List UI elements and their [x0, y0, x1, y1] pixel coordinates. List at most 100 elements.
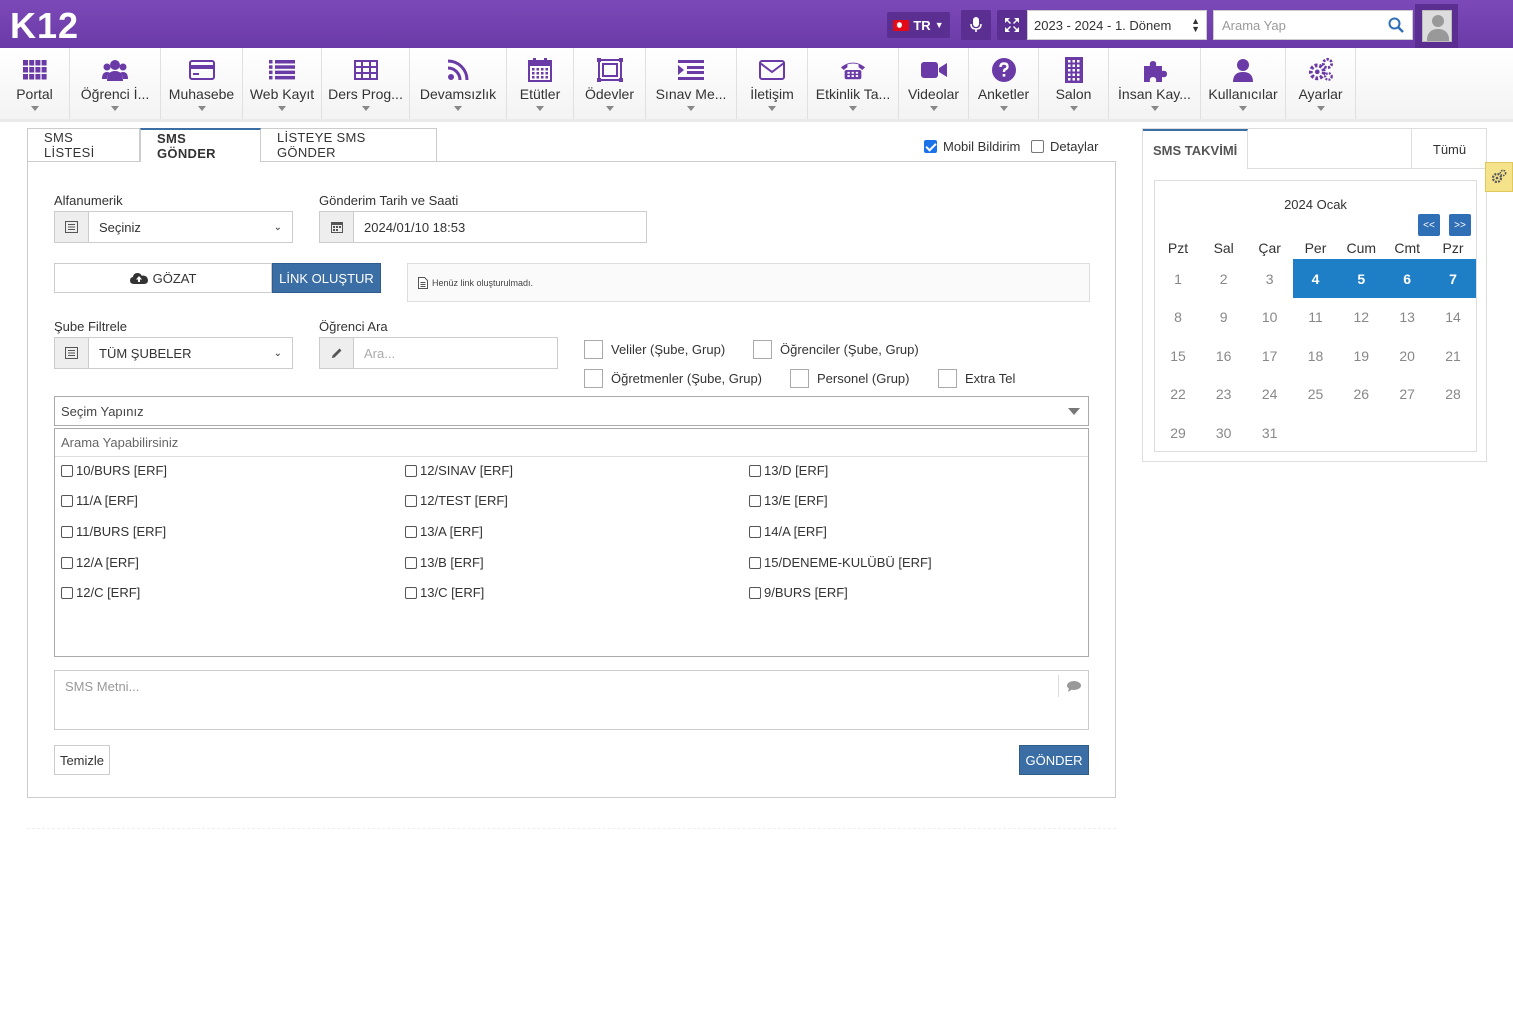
checkbox-icon[interactable]	[749, 464, 761, 477]
tarih-input[interactable]: 2024/01/10 18:53	[319, 211, 647, 243]
calendar-day[interactable]: 10	[1247, 298, 1293, 337]
ogrenci-ara-input[interactable]: Ara...	[319, 337, 558, 369]
tab-listeye-sms-gonder[interactable]: LİSTEYE SMS GÖNDER	[261, 128, 437, 161]
calendar-day[interactable]: 9	[1201, 298, 1247, 337]
menu-item-users[interactable]: Öğrenci İ...	[70, 48, 161, 120]
calendar-day[interactable]: 31	[1247, 413, 1293, 452]
tab-sms-gonder[interactable]: SMS GÖNDER	[140, 128, 261, 162]
group-option[interactable]: 12/TEST [ERF]	[405, 493, 508, 508]
calendar-day[interactable]: 25	[1293, 375, 1339, 414]
checkbox-icon[interactable]	[749, 556, 761, 569]
group-option[interactable]: 14/A [ERF]	[749, 524, 827, 539]
checkbox-icon[interactable]	[584, 340, 603, 359]
checkbox-icon[interactable]	[61, 586, 73, 599]
menu-item-table[interactable]: Ders Prog...	[322, 48, 410, 120]
calendar-day[interactable]: 2	[1201, 259, 1247, 298]
group-option[interactable]: 13/A [ERF]	[405, 524, 483, 539]
gozat-button[interactable]: GÖZAT	[54, 263, 272, 293]
sms-text-input[interactable]: SMS Metni...	[54, 670, 1089, 730]
menu-item-puzzle[interactable]: İnsan Kay...	[1109, 48, 1201, 120]
checkbox-icon[interactable]	[753, 340, 772, 359]
checkbox-icon[interactable]	[749, 586, 761, 599]
menu-item-phone[interactable]: Etkinlik Ta...	[808, 48, 899, 120]
menu-item-envelope[interactable]: İletişim	[737, 48, 808, 120]
group-option[interactable]: 13/D [ERF]	[749, 463, 828, 478]
group-option[interactable]: 9/BURS [ERF]	[749, 585, 848, 600]
calendar-day[interactable]: 16	[1201, 336, 1247, 375]
calendar-day[interactable]: 28	[1430, 375, 1476, 414]
calendar-day[interactable]: 12	[1338, 298, 1384, 337]
group-option[interactable]: 15/DENEME-KULÜBÜ [ERF]	[749, 555, 932, 570]
group-option[interactable]: 13/E [ERF]	[749, 493, 828, 508]
group-select[interactable]: Seçim Yapınız	[54, 396, 1089, 426]
tumu-button[interactable]: Tümü	[1411, 129, 1487, 169]
prev-month-button[interactable]: <<	[1418, 214, 1440, 236]
group-option[interactable]: 12/C [ERF]	[61, 585, 140, 600]
checkbox-icon[interactable]	[584, 369, 603, 388]
checkbox-icon[interactable]	[749, 525, 761, 538]
calendar-day[interactable]: 26	[1338, 375, 1384, 414]
checkbox-icon[interactable]	[405, 494, 417, 507]
group-option[interactable]: 10/BURS [ERF]	[61, 463, 167, 478]
ogrenciler-option[interactable]: Öğrenciler (Şube, Grup)	[753, 340, 919, 359]
menu-item-credit-card[interactable]: Muhasebe	[161, 48, 243, 120]
group-option[interactable]: 13/B [ERF]	[405, 555, 484, 570]
settings-toggle-button[interactable]	[1485, 162, 1513, 192]
checkbox-icon[interactable]	[61, 464, 73, 477]
mobil-bildirim-checkbox[interactable]: Mobil Bildirim	[924, 139, 1020, 154]
alfanumerik-select[interactable]: Seçiniz ⌄	[54, 211, 293, 243]
calendar-day[interactable]: 4	[1292, 259, 1339, 298]
menu-item-gears[interactable]: Ayarlar	[1286, 48, 1356, 120]
checkbox-icon[interactable]	[790, 369, 809, 388]
user-avatar[interactable]	[1415, 4, 1458, 48]
menu-item-question[interactable]: Anketler	[969, 48, 1039, 120]
calendar-day[interactable]: 21	[1430, 336, 1476, 375]
checkbox-icon[interactable]	[938, 369, 957, 388]
ogretmenler-option[interactable]: Öğretmenler (Şube, Grup)	[584, 369, 762, 388]
app-logo[interactable]: K12	[10, 5, 79, 47]
calendar-day[interactable]: 24	[1247, 375, 1293, 414]
checkbox-icon[interactable]	[61, 525, 73, 538]
link-olustur-button[interactable]: LİNK OLUŞTUR	[272, 263, 381, 293]
calendar-day[interactable]: 23	[1201, 375, 1247, 414]
menu-item-image-frame[interactable]: Ödevler	[574, 48, 646, 120]
personel-option[interactable]: Personel (Grup)	[790, 369, 909, 388]
term-select[interactable]: 2023 - 2024 - 1. Dönem ▲ ▼	[1027, 10, 1207, 40]
group-option[interactable]: 11/BURS [ERF]	[61, 524, 166, 539]
calendar-day[interactable]: 14	[1430, 298, 1476, 337]
checkbox-icon[interactable]	[405, 525, 417, 538]
checkbox-icon[interactable]	[405, 556, 417, 569]
sube-filtrele-select[interactable]: TÜM ŞUBELER ⌄	[54, 337, 293, 369]
checkbox-icon[interactable]	[405, 464, 417, 477]
calendar-day[interactable]: 18	[1293, 336, 1339, 375]
extra-tel-option[interactable]: Extra Tel	[938, 369, 1015, 388]
group-option[interactable]: 12/A [ERF]	[61, 555, 139, 570]
menu-item-grid[interactable]: Portal	[0, 48, 70, 120]
calendar-day[interactable]: 19	[1338, 336, 1384, 375]
checkbox-icon[interactable]	[1031, 140, 1044, 153]
checkbox-icon[interactable]	[61, 494, 73, 507]
calendar-day[interactable]: 5	[1338, 259, 1385, 298]
group-option[interactable]: 11/A [ERF]	[61, 493, 138, 508]
calendar-day[interactable]: 1	[1155, 259, 1201, 298]
checkbox-icon[interactable]	[61, 556, 73, 569]
global-search-input[interactable]: Arama Yap	[1213, 10, 1413, 40]
group-option[interactable]: 13/C [ERF]	[405, 585, 484, 600]
gonder-button[interactable]: GÖNDER	[1019, 745, 1089, 775]
temizle-button[interactable]: Temizle	[54, 745, 110, 775]
menu-item-calendar[interactable]: Etütler	[507, 48, 574, 120]
menu-item-video[interactable]: Videolar	[899, 48, 969, 120]
menu-item-list[interactable]: Web Kayıt	[243, 48, 322, 120]
search-icon[interactable]	[1388, 17, 1404, 33]
calendar-day[interactable]: 17	[1247, 336, 1293, 375]
calendar-day[interactable]: 13	[1384, 298, 1430, 337]
menu-item-user[interactable]: Kullanıcılar	[1201, 48, 1286, 120]
fullscreen-button[interactable]	[997, 10, 1027, 40]
next-month-button[interactable]: >>	[1449, 214, 1471, 236]
veliler-option[interactable]: Veliler (Şube, Grup)	[584, 340, 725, 359]
checkbox-icon[interactable]	[405, 586, 417, 599]
calendar-day[interactable]: 15	[1155, 336, 1201, 375]
calendar-day[interactable]: 6	[1384, 259, 1431, 298]
calendar-day[interactable]: 30	[1201, 413, 1247, 452]
tab-sms-takvimi[interactable]: SMS TAKVİMİ	[1143, 129, 1249, 169]
